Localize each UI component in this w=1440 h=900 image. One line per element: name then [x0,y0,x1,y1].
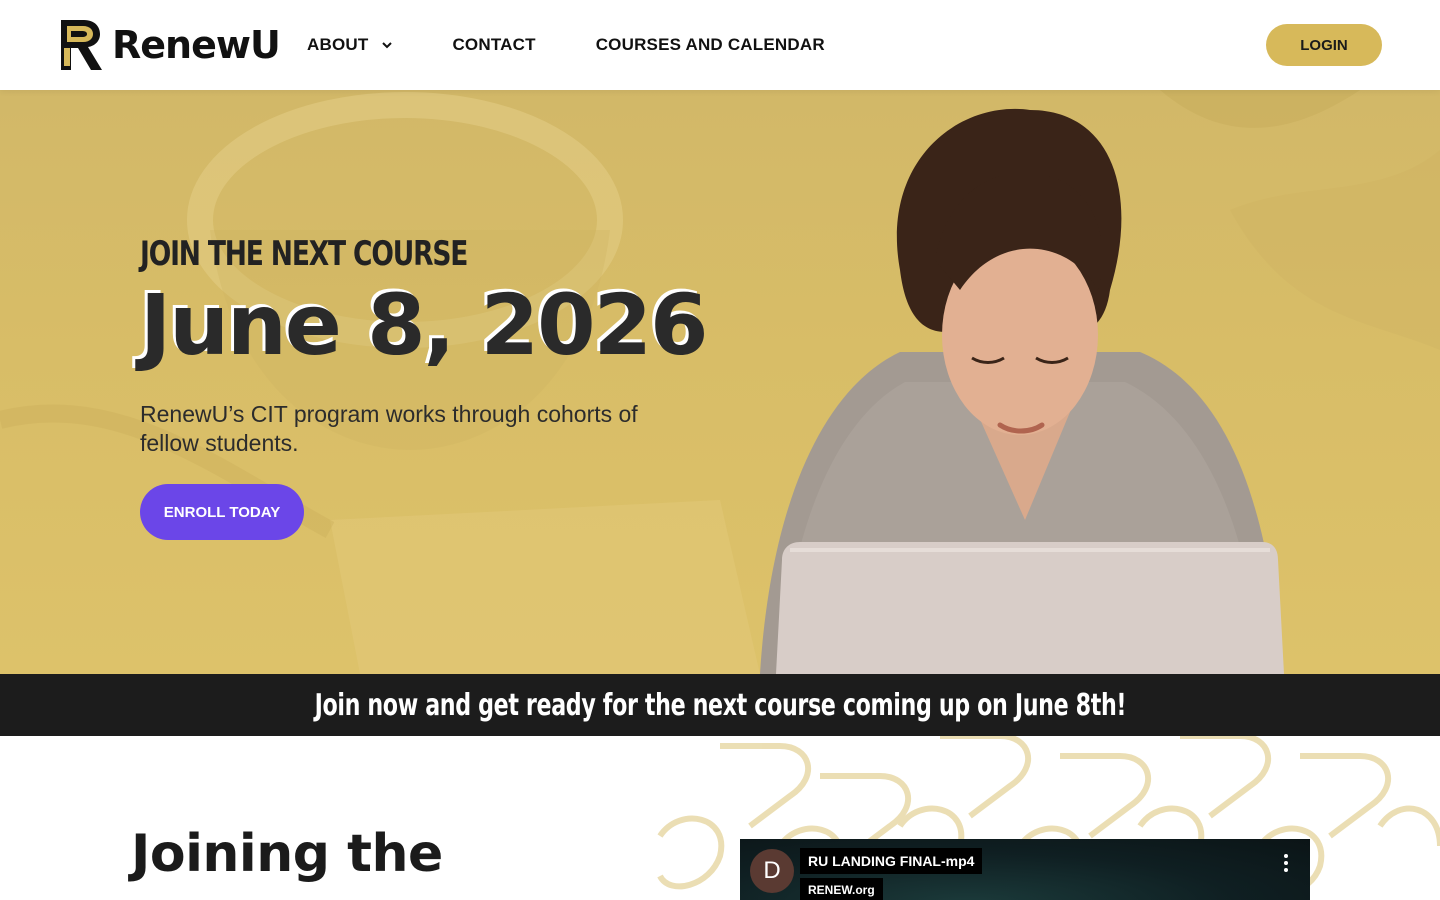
video-player[interactable]: D RU LANDING FINAL-mp4 RENEW.org [740,839,1310,900]
nav-item-contact[interactable]: CONTACT [452,35,535,55]
hero-date-heading: June 8, 2026 [140,276,708,374]
more-vert-icon[interactable] [1280,853,1292,873]
chevron-down-icon [382,42,393,49]
section-title: Joining the [131,824,443,884]
nav-item-courses-label: COURSES AND CALENDAR [595,35,825,54]
main-nav: ABOUT CONTACT COURSES AND CALENDAR [307,0,825,90]
brand-logo[interactable]: RenewU [58,18,281,72]
hero-section: JOIN THE NEXT COURSE June 8, 2026 RenewU… [0,90,1440,674]
announcement-banner: Join now and get ready for the next cour… [0,674,1440,736]
nav-item-contact-label: CONTACT [452,35,536,54]
enroll-today-button[interactable]: ENROLL TODAY [140,484,304,540]
announcement-text: Join now and get ready for the next cour… [314,687,1126,723]
login-button[interactable]: LOGIN [1266,24,1382,66]
nav-item-courses-calendar[interactable]: COURSES AND CALENDAR [596,35,825,55]
hero-description: RenewU’s CIT program works through cohor… [140,401,638,456]
channel-avatar[interactable]: D [750,849,794,893]
video-title[interactable]: RU LANDING FINAL-mp4 [800,848,983,874]
site-header: RenewU ABOUT CONTACT COURSES AND CALENDA… [0,0,1440,90]
renewu-logo-icon [61,20,102,70]
nav-item-about[interactable]: ABOUT [307,35,394,55]
video-channel-name[interactable]: RENEW.org [800,878,883,900]
joining-section: Joining the D RU LANDING FINAL-mp4 RENEW… [0,736,1440,900]
nav-item-about-label: ABOUT [307,35,369,54]
hero-content: JOIN THE NEXT COURSE June 8, 2026 RenewU… [140,232,708,540]
hero-eyebrow: JOIN THE NEXT COURSE [140,234,468,274]
student-photo [760,108,1284,674]
brand-name: RenewU [112,23,281,67]
